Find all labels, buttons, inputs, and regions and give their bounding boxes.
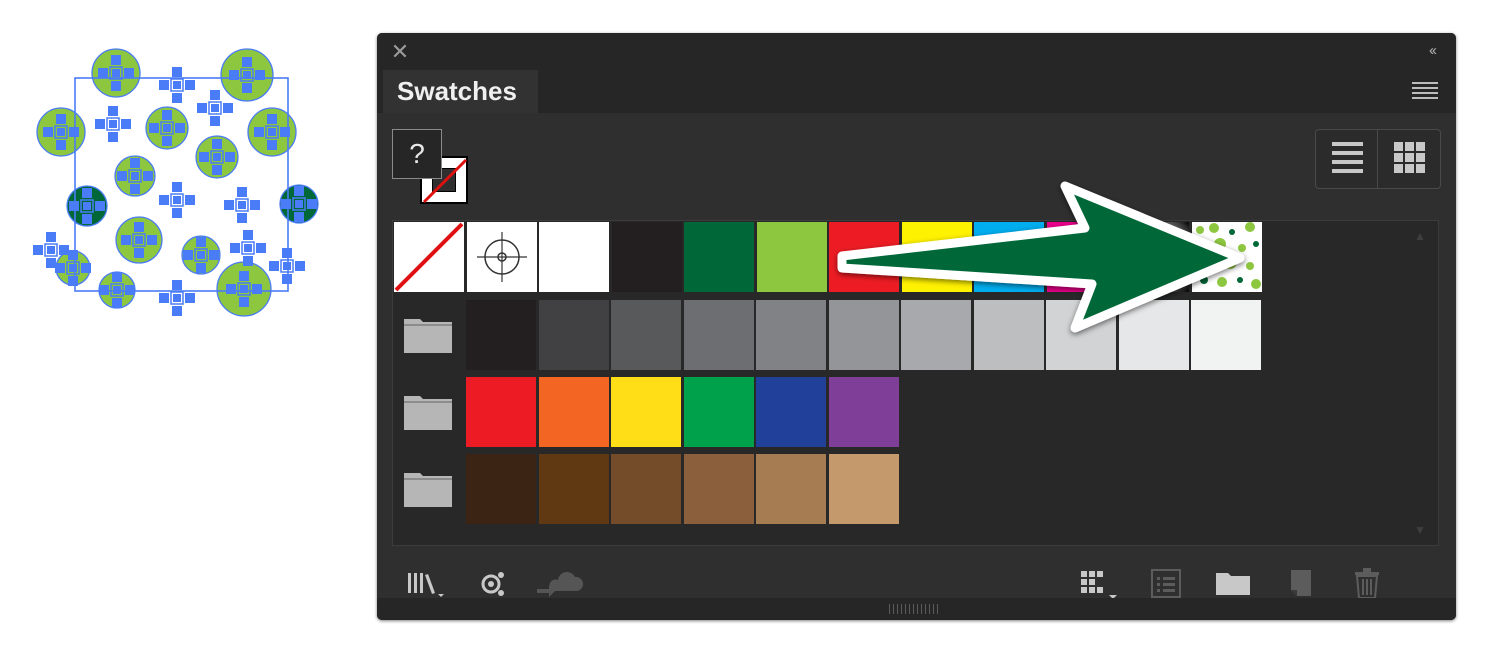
new-color-group-icon[interactable]	[1213, 567, 1253, 599]
swatch-grays-2[interactable]	[538, 300, 609, 370]
panel-menu-icon[interactable]	[1412, 82, 1438, 102]
color-group-browns-folder-icon[interactable]	[402, 469, 454, 509]
swatch-browns-5[interactable]	[756, 454, 826, 524]
show-kinds-icon[interactable]	[475, 567, 515, 599]
close-icon[interactable]: ✕	[389, 41, 411, 63]
tab-swatches[interactable]: Swatches	[383, 70, 538, 113]
collapse-icon[interactable]: ‹‹	[1420, 41, 1444, 61]
swatch-grays-3[interactable]	[611, 300, 681, 370]
swatch-grays-10[interactable]	[1118, 300, 1189, 370]
swatch-browns-6[interactable]	[828, 454, 899, 524]
swatch-none[interactable]	[394, 222, 464, 292]
swatch-grays-7[interactable]	[901, 300, 971, 370]
swatch-brights-6[interactable]	[828, 377, 899, 447]
swatch-options-icon[interactable]	[1145, 567, 1185, 599]
cloud-sync-icon[interactable]	[535, 567, 585, 599]
swatch-dots-pattern[interactable]	[1191, 222, 1262, 292]
panel-tab-row: Swatches	[377, 70, 1456, 113]
swatch-grid: ▲ ▼	[392, 220, 1439, 546]
swatch-grays-11[interactable]	[1191, 300, 1261, 370]
resize-grip-icon[interactable]	[889, 604, 941, 614]
color-group-brights-folder-icon[interactable]	[402, 392, 454, 432]
swatch-yellow[interactable]	[901, 222, 972, 292]
fill-stroke-indicator: ?	[392, 129, 472, 209]
panel-titlebar[interactable]: ✕ ‹‹	[377, 33, 1456, 70]
swatch-white[interactable]	[539, 222, 609, 292]
swatch-brights-1[interactable]	[466, 377, 536, 447]
list-view-icon[interactable]	[1316, 130, 1378, 188]
pattern-artwork	[33, 48, 319, 317]
swatch-light-green[interactable]	[756, 222, 827, 292]
scroll-up-icon[interactable]: ▲	[1410, 229, 1430, 243]
swatch-browns-4[interactable]	[683, 454, 754, 524]
swatch-grays-1[interactable]	[466, 300, 536, 370]
swatch-grays-9[interactable]	[1046, 300, 1116, 370]
swatch-cyan[interactable]	[974, 222, 1044, 292]
swatch-grays-4[interactable]	[683, 300, 754, 370]
swatch-radial-gradient[interactable]	[1119, 222, 1189, 292]
grid-view-icon[interactable]	[1378, 130, 1440, 188]
swatch-browns-1[interactable]	[466, 454, 536, 524]
swatch-grays-6[interactable]	[828, 300, 899, 370]
fill-swatch[interactable]: ?	[392, 129, 442, 179]
swatch-options-grid-icon[interactable]	[1077, 567, 1123, 599]
swatch-brights-3[interactable]	[611, 377, 681, 447]
delete-swatch-icon[interactable]	[1347, 567, 1387, 599]
view-toggle	[1315, 129, 1441, 189]
swatch-black[interactable]	[611, 222, 682, 292]
swatch-browns-2[interactable]	[538, 454, 609, 524]
swatch-magenta[interactable]	[1046, 222, 1117, 292]
new-swatch-icon[interactable]	[1281, 567, 1321, 599]
swatch-brights-4[interactable]	[683, 377, 754, 447]
swatch-brights-5[interactable]	[756, 377, 826, 447]
swatch-brights-2[interactable]	[538, 377, 609, 447]
swatches-panel: ✕ ‹‹ Swatches ? ▲ ▼	[377, 33, 1456, 620]
swatch-grays-5[interactable]	[756, 300, 826, 370]
swatch-libraries-icon[interactable]	[405, 567, 445, 599]
swatch-red[interactable]	[829, 222, 899, 292]
panel-resize-bar	[377, 598, 1456, 620]
swatch-registration[interactable]	[466, 222, 537, 292]
scroll-down-icon[interactable]: ▼	[1410, 523, 1430, 537]
swatch-grays-8[interactable]	[973, 300, 1044, 370]
swatch-browns-3[interactable]	[611, 454, 681, 524]
swatch-dark-green[interactable]	[684, 222, 754, 292]
color-group-grays-folder-icon[interactable]	[402, 315, 454, 355]
